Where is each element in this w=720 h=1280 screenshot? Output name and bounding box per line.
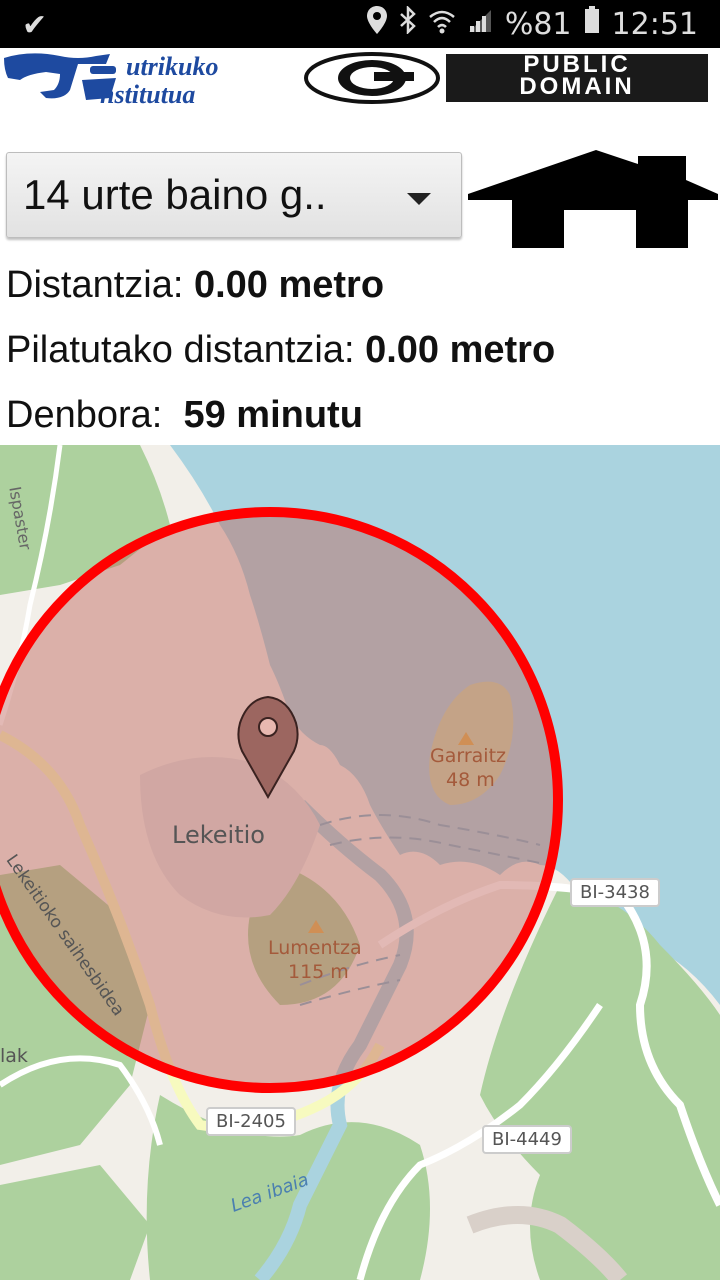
public-domain-text: PUBLIC DOMAIN [446,53,708,102]
accumulated-distance-label: Pilatutako distantzia: [6,329,355,371]
logo-text-line2: nstitutua [100,80,195,106]
town-label: Lekeitio [172,821,265,849]
peak2-height: 115 m [288,961,349,983]
wifi-icon [429,7,455,42]
road-badge-bi4449: BI-4449 [482,1125,572,1154]
dropdown-arrow-icon [407,193,431,205]
signal-icon [467,7,493,42]
clock: 12:51 [611,6,698,42]
location-icon [366,6,387,42]
logo-text-line1: utrikuko [126,52,219,81]
checkmark-notification-icon: ✔ [22,8,48,43]
home-button[interactable] [466,148,720,252]
school-logo: utrikuko nstitutua [0,50,296,109]
battery-icon [584,6,600,42]
dropdown-selected-value: 14 urte baino g.. [23,171,327,218]
banner: utrikuko nstitutua PUBLIC DOMAIN [0,48,720,109]
status-icons: %81 12:51 [366,4,698,42]
road-badge-bi2405: BI-2405 [206,1107,296,1136]
time-value: 59 minutu [183,394,363,436]
peak2-name: Lumentza [268,937,362,959]
peak1-name: Garraitz [430,745,506,767]
map-tiles [0,445,720,1280]
accumulated-distance-value: 0.00 metro [365,329,556,371]
map-view[interactable]: Lekeitio Garraitz 48 m Lumentza 115 m Is… [0,445,720,1280]
public-domain-logo: PUBLIC DOMAIN [304,52,710,104]
battery-percent: %81 [504,6,572,42]
home-icon [468,150,718,248]
peak1-height: 48 m [446,769,495,791]
time-row: Denbora: 59 minutu [6,394,363,437]
pd-line2: DOMAIN [519,73,635,100]
distance-value: 0.00 metro [193,264,385,306]
road-badge-bi3438: BI-3438 [570,878,660,907]
bluetooth-icon [399,4,417,42]
distance-row: Distantzia: 0.00 metro [6,264,384,307]
time-label: Denbora: [6,394,163,436]
distance-label: Distantzia: [6,264,184,306]
status-bar: ✔ %81 12:51 [0,0,720,48]
edge-place-label: lak [0,1045,28,1067]
accumulated-distance-row: Pilatutako distantzia: 0.00 metro [6,329,555,372]
age-group-dropdown[interactable]: 14 urte baino g.. [6,152,462,238]
